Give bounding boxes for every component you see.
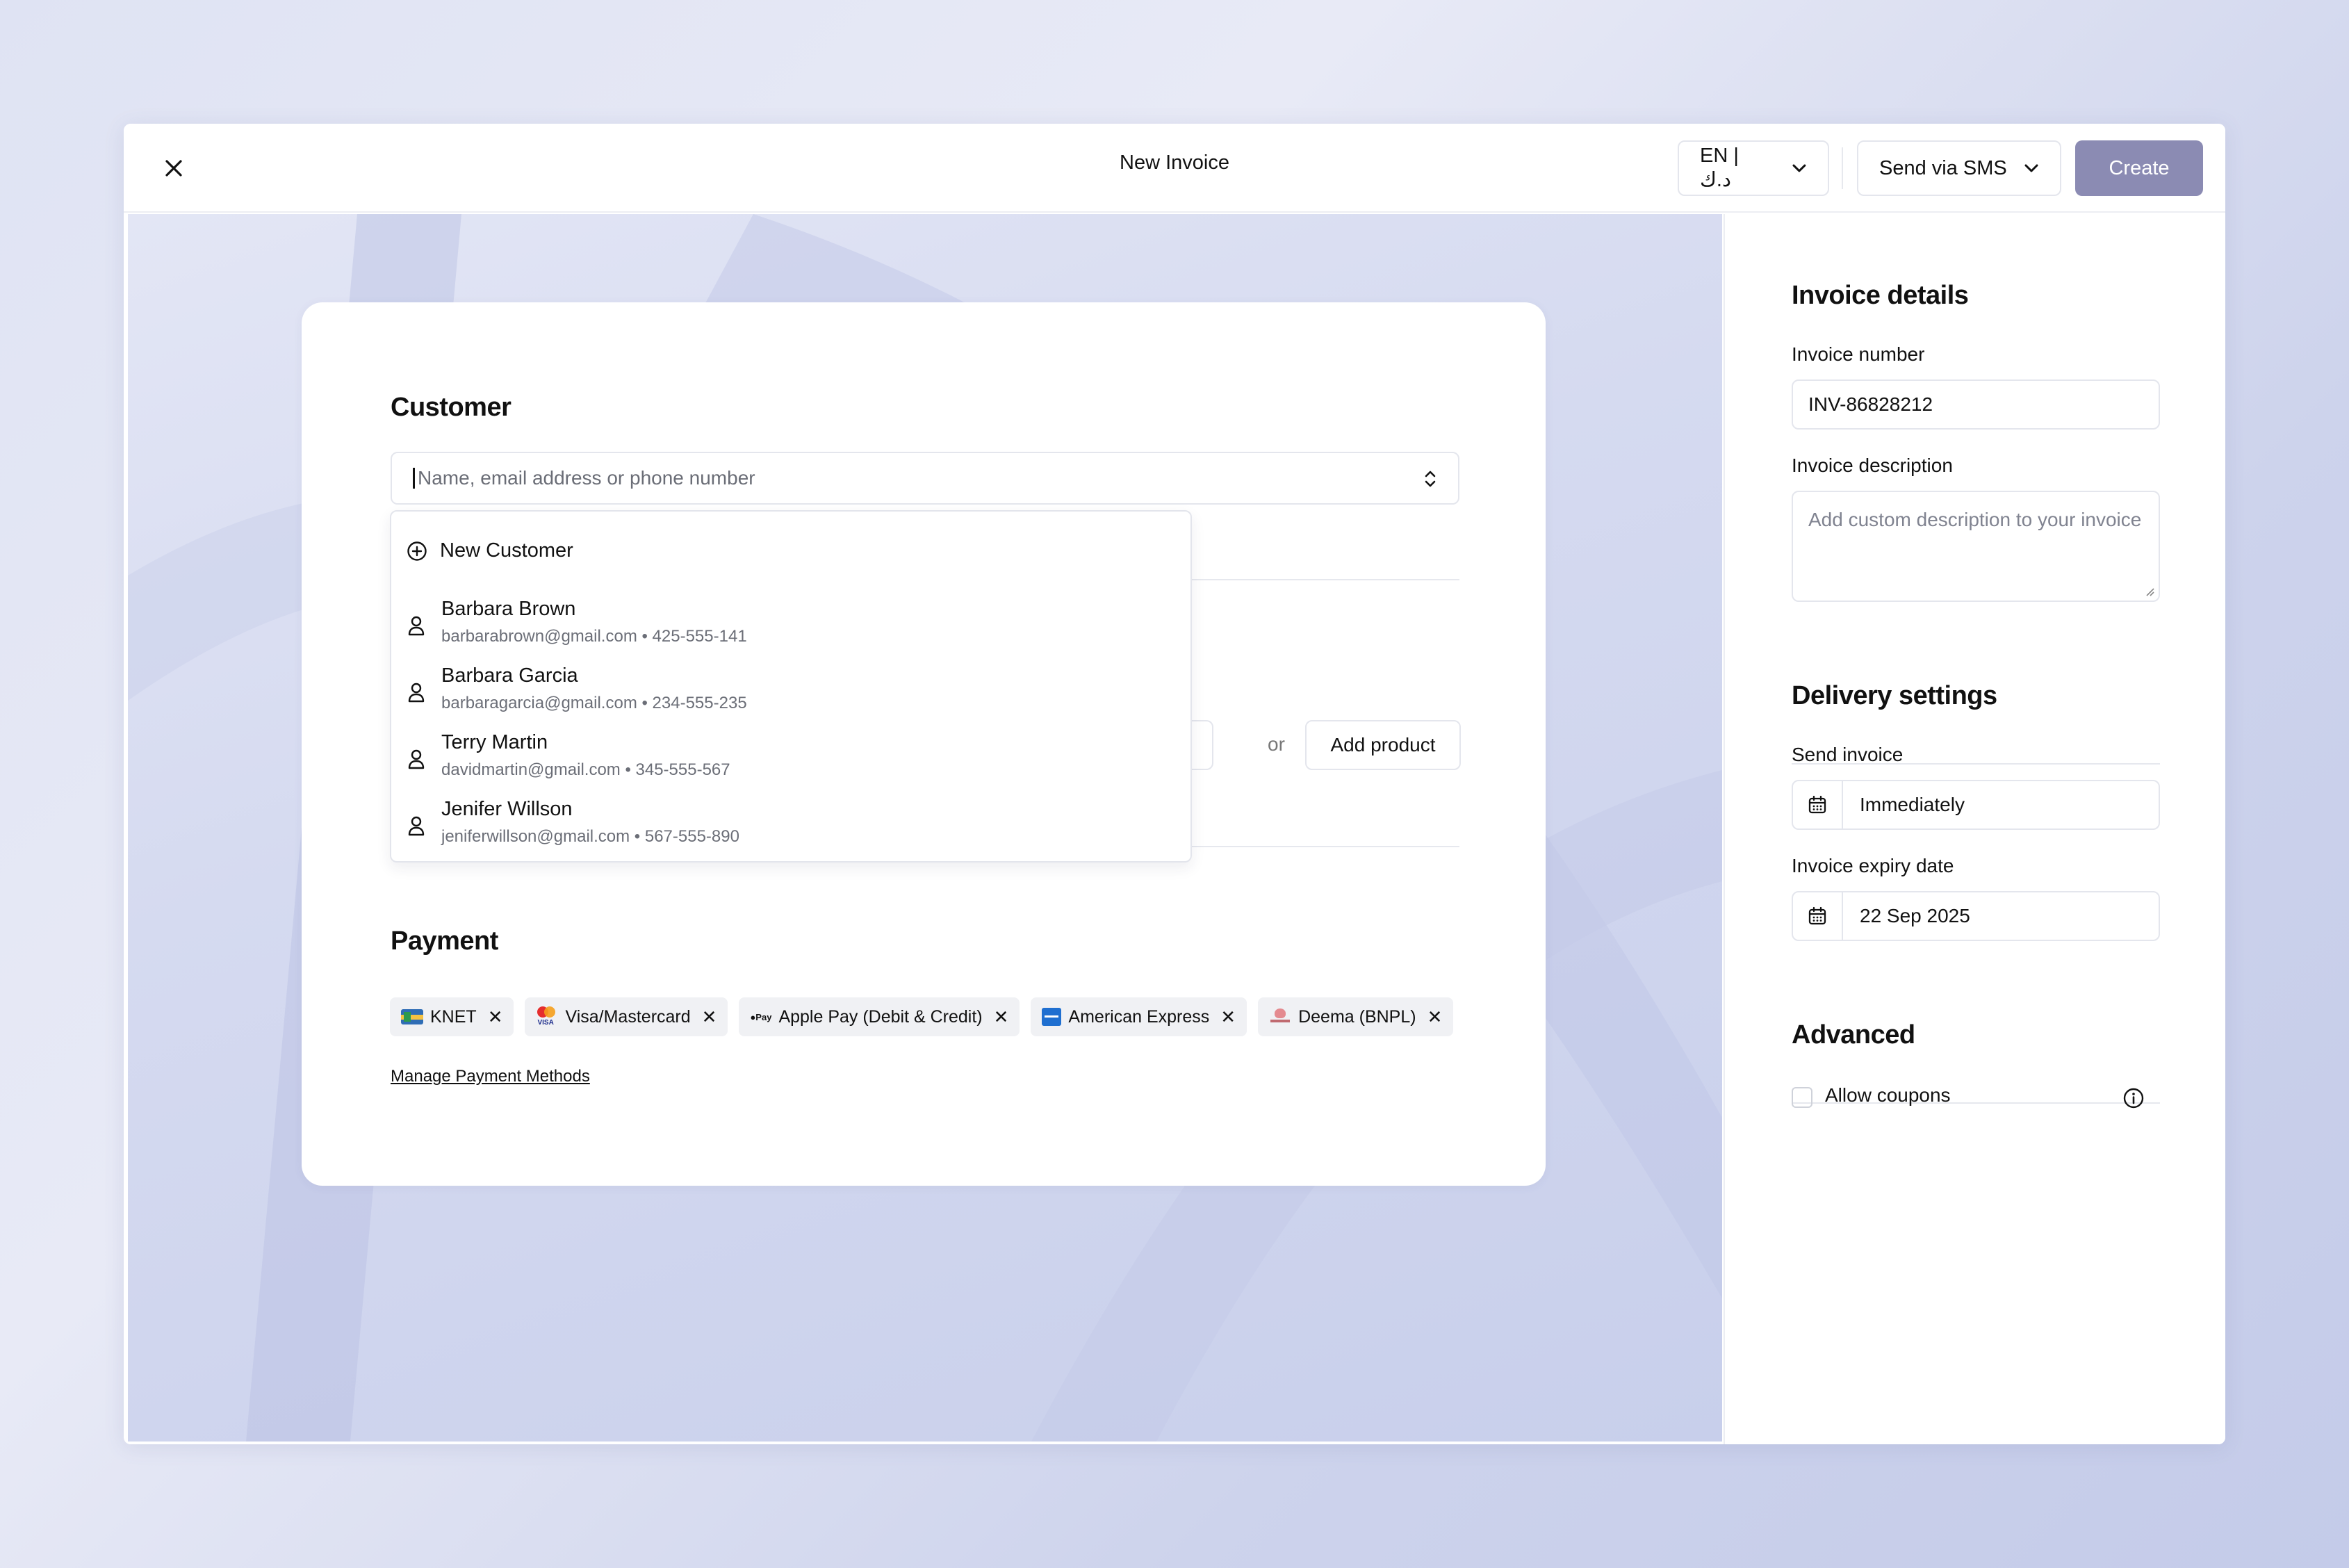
send-invoice-label: Send invoice — [1792, 744, 1904, 765]
customer-search-input[interactable]: Name, email address or phone number — [391, 452, 1459, 505]
new-customer-label: New Customer — [440, 539, 573, 562]
toolbar-divider — [1842, 147, 1843, 189]
payment-methods-list: KNET ✕ VISA Visa/Mastercard ✕ ●Pay Apple… — [390, 997, 1454, 1036]
invoice-number-value: INV-86828212 — [1808, 393, 1933, 415]
payment-method-label: KNET — [430, 1006, 477, 1027]
apple-pay-logo-icon: ●Pay — [750, 1011, 772, 1022]
customer-name: Barbara Garcia — [441, 664, 578, 687]
payment-method-label: Deema (BNPL) — [1298, 1006, 1416, 1027]
customer-search-placeholder: Name, email address or phone number — [418, 467, 755, 489]
payment-chip-deema: Deema (BNPL) ✕ — [1258, 997, 1454, 1036]
payment-chip-apple-pay: ●Pay Apple Pay (Debit & Credit) ✕ — [739, 997, 1020, 1036]
plus-circle-icon — [407, 541, 427, 561]
customer-heading: Customer — [391, 393, 511, 422]
customer-contact: davidmartin@gmail.com • 345-555-567 — [441, 760, 730, 779]
invoice-description-field[interactable]: Add custom description to your invoice — [1792, 491, 2160, 602]
new-customer-option[interactable]: New Customer — [407, 539, 573, 562]
customer-option[interactable]: Barbara Brown barbarabrown@gmail.com • 4… — [407, 598, 1171, 660]
visa-mastercard-logo-icon: VISA — [536, 1006, 558, 1027]
user-icon — [408, 683, 425, 703]
expiry-date-label: Invoice expiry date — [1792, 855, 1954, 876]
user-icon — [408, 816, 425, 836]
calendar-icon — [1793, 892, 1843, 940]
invoice-form-card: Customer Name, email address or phone nu… — [302, 302, 1546, 1186]
invoice-number-field[interactable]: INV-86828212 — [1792, 379, 2160, 430]
chevron-up-down-icon — [1425, 471, 1436, 487]
expiry-date-field[interactable]: 22 Sep 2025 — [1792, 891, 2160, 941]
customer-option[interactable]: Jenifer Willson jeniferwillson@gmail.com… — [407, 798, 1171, 860]
send-method-select[interactable]: Send via SMS — [1857, 140, 2061, 196]
payment-chip-american-express: American Express ✕ — [1031, 997, 1247, 1036]
send-invoice-value: Immediately — [1860, 794, 1965, 815]
settings-sidebar: Invoice details Invoice number INV-86828… — [1724, 214, 2225, 1444]
chevron-down-icon — [1792, 164, 1806, 172]
invoice-details-heading: Invoice details — [1792, 281, 1969, 310]
customer-dropdown: New Customer Barbara Brown barbarabrown@… — [390, 510, 1192, 863]
expiry-date-value: 22 Sep 2025 — [1860, 905, 1970, 926]
remove-american-express-button[interactable]: ✕ — [1220, 1008, 1236, 1026]
user-icon — [408, 749, 425, 769]
remove-visa-mastercard-button[interactable]: ✕ — [702, 1008, 717, 1026]
close-icon — [165, 160, 182, 177]
amex-logo-icon — [1042, 1008, 1062, 1026]
create-button[interactable]: Create — [2075, 140, 2203, 196]
invoice-description-placeholder: Add custom description to your invoice — [1808, 509, 2142, 530]
info-icon[interactable] — [2122, 1087, 2145, 1109]
delivery-settings-heading: Delivery settings — [1792, 681, 1997, 710]
close-button[interactable] — [156, 150, 192, 186]
customer-name: Barbara Brown — [441, 598, 576, 620]
add-product-button[interactable]: Add product — [1305, 720, 1461, 770]
payment-heading: Payment — [391, 926, 498, 956]
language-currency-select[interactable]: EN | د.ك — [1678, 140, 1829, 196]
invoice-description-label: Invoice description — [1792, 455, 1953, 476]
payment-method-label: Visa/Mastercard — [565, 1006, 691, 1027]
advanced-heading: Advanced — [1792, 1020, 1915, 1050]
or-label: or — [1268, 733, 1285, 755]
language-currency-label: EN | د.ك — [1700, 145, 1739, 191]
customer-contact: barbarabrown@gmail.com • 425-555-141 — [441, 627, 747, 646]
payment-method-label: Apple Pay (Debit & Credit) — [778, 1006, 983, 1027]
invoice-number-label: Invoice number — [1792, 343, 1925, 365]
remove-knet-button[interactable]: ✕ — [488, 1008, 503, 1026]
invoice-window: New Invoice EN | د.ك Send via SMS Create… — [124, 124, 2225, 1444]
knet-logo-icon — [401, 1009, 423, 1024]
customer-option[interactable]: Terry Martin davidmartin@gmail.com • 345… — [407, 731, 1171, 794]
chevron-down-icon — [2024, 164, 2038, 172]
send-invoice-field[interactable]: Immediately — [1792, 780, 2160, 830]
allow-coupons-label: Allow coupons — [1825, 1084, 1951, 1106]
section-divider — [1192, 579, 1459, 580]
payment-chip-visa-mastercard: VISA Visa/Mastercard ✕ — [525, 997, 728, 1036]
text-cursor — [413, 468, 415, 489]
remove-deema-button[interactable]: ✕ — [1427, 1008, 1443, 1026]
resize-handle-icon — [2146, 588, 2154, 596]
top-bar: New Invoice EN | د.ك Send via SMS Create — [124, 124, 2225, 213]
allow-coupons-checkbox[interactable] — [1792, 1087, 1812, 1108]
section-divider — [1192, 846, 1459, 847]
customer-contact: barbaragarcia@gmail.com • 234-555-235 — [441, 694, 747, 712]
deema-logo-icon — [1269, 1007, 1291, 1027]
preview-canvas: Customer Name, email address or phone nu… — [128, 214, 1722, 1442]
calendar-icon — [1793, 781, 1843, 828]
manage-payment-methods-link[interactable]: Manage Payment Methods — [391, 1067, 590, 1086]
customer-name: Jenifer Willson — [441, 798, 573, 820]
user-icon — [408, 616, 425, 636]
customer-option[interactable]: Barbara Garcia barbaragarcia@gmail.com •… — [407, 664, 1171, 727]
payment-chip-knet: KNET ✕ — [390, 997, 514, 1036]
customer-contact: jeniferwillson@gmail.com • 567-555-890 — [441, 827, 739, 846]
send-method-label: Send via SMS — [1879, 156, 2007, 179]
customer-name: Terry Martin — [441, 731, 548, 753]
payment-method-label: American Express — [1068, 1006, 1210, 1027]
remove-apple-pay-button[interactable]: ✕ — [994, 1008, 1009, 1026]
